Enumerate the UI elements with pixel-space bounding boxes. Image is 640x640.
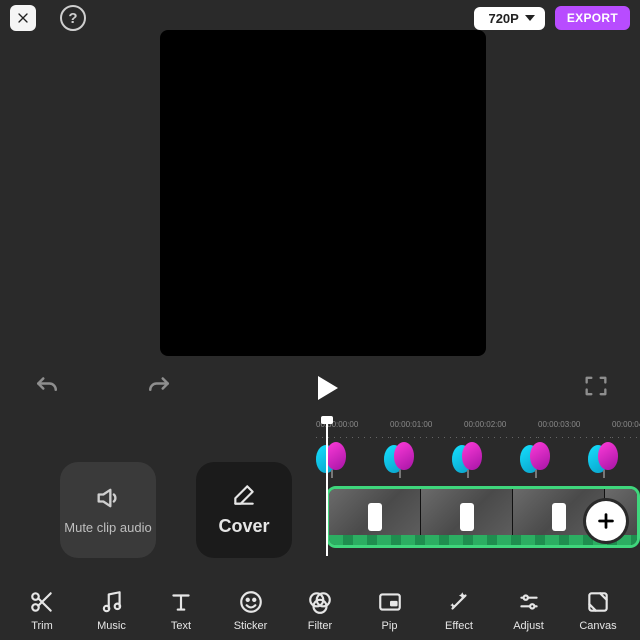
undo-icon [32,371,62,401]
mute-clip-audio-button[interactable]: Mute clip audio [60,462,156,558]
tool-label: Canvas [579,620,616,632]
redo-icon [144,371,174,401]
tool-label: Adjust [513,620,544,632]
sticker-thumb[interactable] [588,442,626,480]
sticker-thumb[interactable] [520,442,558,480]
close-icon [15,10,31,26]
fullscreen-button[interactable] [582,372,610,405]
timeline-ruler: 00:00:00:00 00:00:01:00 00:00:02:00 00:0… [316,420,640,438]
resolution-selector[interactable]: 720P [474,7,544,30]
pip-icon [377,589,403,615]
tool-label: Sticker [234,620,268,632]
canvas-icon [585,589,611,615]
speaker-icon [94,484,122,512]
clip-thumb[interactable] [329,489,421,545]
tool-music[interactable]: Music [84,588,140,632]
play-button[interactable] [318,376,338,400]
tool-label: Pip [382,620,398,632]
fullscreen-icon [582,372,610,400]
transport-bar [0,368,640,408]
filter-icon [307,589,333,615]
clip-thumb[interactable] [421,489,513,545]
bottom-toolbar: Trim Music Text Sticker Filter Pip Effec… [0,580,640,640]
scissors-icon [29,589,55,615]
tool-canvas[interactable]: Canvas [570,588,626,632]
tool-sticker[interactable]: Sticker [223,588,279,632]
tool-adjust[interactable]: Adjust [501,588,557,632]
tool-trim[interactable]: Trim [14,588,70,632]
sticker-thumb[interactable] [316,442,354,480]
cover-label: Cover [218,516,269,538]
resolution-value: 720P [488,11,518,26]
edit-icon [231,482,257,508]
help-icon: ? [68,10,77,27]
tool-effect[interactable]: Effect [431,588,487,632]
sticker-track[interactable] [316,442,640,480]
ruler-tick: 00:00:02:00 [464,420,538,438]
mute-label: Mute clip audio [64,520,151,536]
ruler-tick: 00:00:03:00 [538,420,612,438]
music-icon [99,589,125,615]
tool-filter[interactable]: Filter [292,588,348,632]
timeline[interactable]: 00:00:00:00 00:00:01:00 00:00:02:00 00:0… [316,418,640,556]
sticker-icon [238,589,264,615]
adjust-icon [516,589,542,615]
redo-button[interactable] [144,371,174,406]
effect-icon [446,589,472,615]
text-icon [168,589,194,615]
tool-pip[interactable]: Pip [362,588,418,632]
chevron-down-icon [525,15,535,21]
tool-label: Effect [445,620,473,632]
ruler-tick: 00:00:01:00 [390,420,464,438]
preview-canvas[interactable] [160,30,486,356]
side-actions: Mute clip audio Cover [60,462,292,558]
sticker-thumb[interactable] [384,442,422,480]
tool-text[interactable]: Text [153,588,209,632]
undo-button[interactable] [32,371,62,406]
sticker-thumb[interactable] [452,442,490,480]
plus-icon [595,510,617,532]
tool-label: Music [97,620,126,632]
cover-button[interactable]: Cover [196,462,292,558]
tool-label: Text [171,620,191,632]
play-icon [318,376,338,400]
ruler-tick: 00:00:04:00 [612,420,640,438]
add-clip-button[interactable] [586,501,626,541]
export-button[interactable]: EXPORT [555,6,630,30]
tool-label: Trim [31,620,53,632]
close-button[interactable] [10,5,36,31]
playhead[interactable] [326,418,328,556]
tool-label: Filter [308,620,332,632]
help-button[interactable]: ? [60,5,86,31]
